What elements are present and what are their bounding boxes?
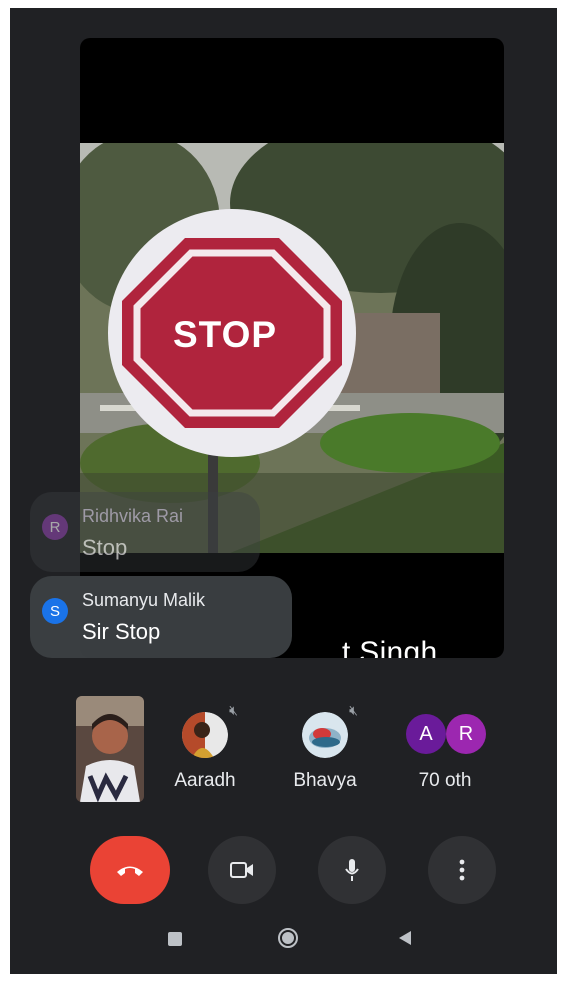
group-avatar: R xyxy=(446,714,486,754)
stop-sign-text: STOP xyxy=(173,314,278,355)
more-options-button[interactable] xyxy=(428,836,496,904)
chat-sender-name: Sumanyu Malik xyxy=(82,590,206,610)
chat-message-text: Stop xyxy=(82,535,128,560)
back-icon[interactable] xyxy=(398,930,412,951)
chat-avatar: R xyxy=(42,514,68,540)
system-nav-bar xyxy=(10,918,557,974)
meeting-screen: STOP t Singh R Ridhvika Rai Stop S Suman… xyxy=(10,8,557,974)
recent-apps-icon[interactable] xyxy=(168,932,182,946)
avatar xyxy=(182,712,228,758)
end-call-button[interactable] xyxy=(90,836,170,904)
participant-tile[interactable]: 🔇︎ Bhavya xyxy=(280,702,370,792)
chat-message-text: Sir Stop xyxy=(82,619,161,644)
speaker-name: t Singh xyxy=(342,636,438,658)
mic-icon xyxy=(345,859,359,881)
participant-tile-others[interactable]: A R 70 oth xyxy=(400,712,490,792)
chat-avatar: S xyxy=(42,598,68,624)
phone-hangup-icon xyxy=(117,866,143,876)
self-view-tile[interactable] xyxy=(76,696,144,802)
mic-off-icon: 🔇︎ xyxy=(349,702,358,718)
chat-message[interactable]: R Ridhvika Rai Stop xyxy=(30,492,260,572)
chat-sender-name: Ridhvika Rai xyxy=(82,506,184,526)
participant-name: Aaradh xyxy=(174,770,236,791)
camera-button[interactable] xyxy=(208,836,276,904)
participant-name: Bhavya xyxy=(293,770,357,791)
participant-tile[interactable]: 🔇︎ Aaradh xyxy=(160,702,250,792)
participant-name: 70 oth xyxy=(418,770,472,791)
more-vert-icon xyxy=(459,859,465,881)
avatar xyxy=(302,712,348,758)
self-view-video xyxy=(76,696,144,802)
home-icon[interactable] xyxy=(278,928,298,948)
mic-off-icon: 🔇︎ xyxy=(229,702,238,718)
videocam-icon xyxy=(230,862,253,878)
chat-message[interactable]: S Sumanyu Malik Sir Stop xyxy=(30,576,292,658)
mic-button[interactable] xyxy=(318,836,386,904)
group-avatar: A xyxy=(406,714,446,754)
